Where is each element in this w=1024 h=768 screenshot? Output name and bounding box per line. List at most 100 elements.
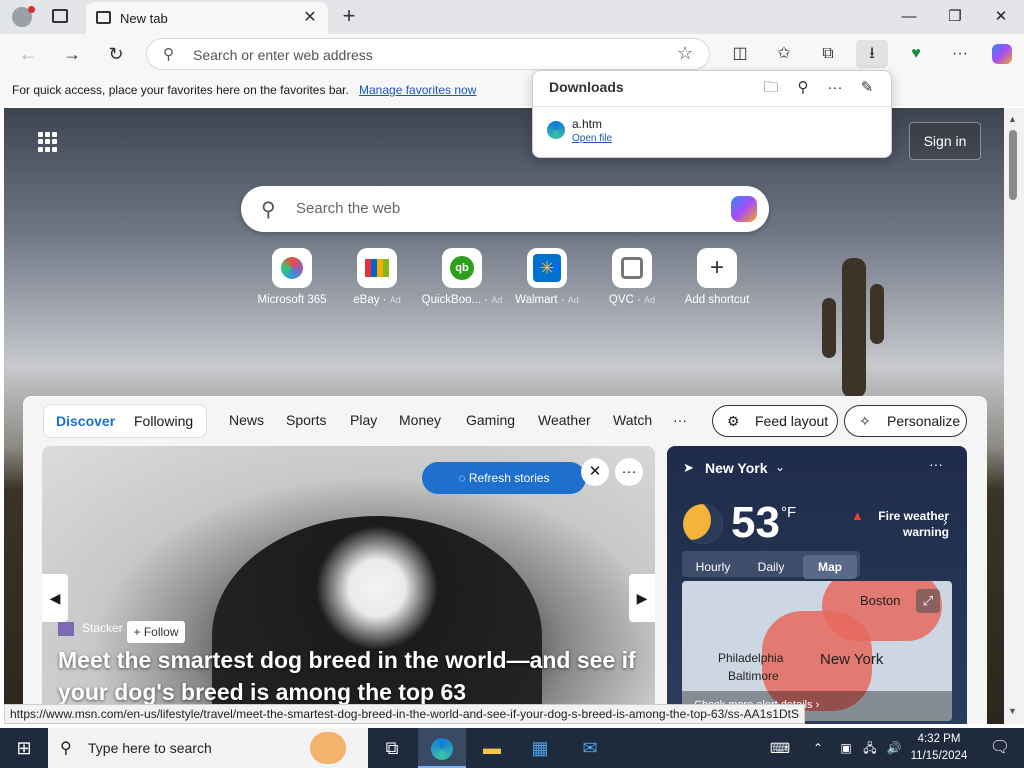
story-headline[interactable]: Meet the smartest dog breed in the world… [58,644,648,708]
back-button[interactable]: ← [12,40,44,68]
notification-dot [28,6,35,13]
mail-icon[interactable]: ✉ [566,728,614,768]
add-shortcut-button[interactable]: + Add shortcut [675,248,759,306]
quick-link-walmart[interactable]: ✳ Walmart · Ad [505,248,589,306]
dismiss-close-icon[interactable]: ✕ [581,458,609,486]
quick-link-label: Add shortcut [684,294,750,306]
start-button[interactable]: ⊞ [0,728,48,768]
favorite-star-icon[interactable]: ☆ [677,43,693,64]
weather-card[interactable]: ➤ New York ⌄ ··· 53 °F ▲ Fire weather wa… [667,446,967,724]
map-city-philadelphia: Philadelphia [718,651,784,665]
folder-icon[interactable]: 🗀 [760,77,782,99]
web-search-box[interactable]: ⚲ Search the web [241,186,769,232]
show-hidden-icons-icon[interactable]: ⌃ [806,728,830,768]
background-cactus [822,298,836,358]
weather-alert[interactable]: Fire weather warning [849,508,949,540]
scroll-up-icon[interactable]: ▲ [1008,114,1017,124]
tab-new-tab[interactable]: New tab ✕ [86,2,328,34]
tab-close-icon[interactable]: ✕ [300,8,320,28]
scrollbar-thumb[interactable] [1009,130,1017,200]
address-bar[interactable]: ⚲ Search or enter web address ☆ [146,38,710,70]
nav-watch[interactable]: Watch [613,412,652,428]
refresh-button[interactable]: ↻ [100,40,132,68]
camera-icon[interactable]: ▣ [834,728,858,768]
tab-actions-icon[interactable] [52,9,68,23]
weather-map[interactable]: Boston Philadelphia New York Baltimore ⤢… [682,581,952,721]
map-city-new-york: New York [820,651,884,668]
chevron-right-icon[interactable]: › [943,514,947,529]
tab-map[interactable]: Map [803,555,857,579]
collections-icon[interactable]: ⧉ [812,40,844,68]
personalize-button[interactable]: ✧ Personalize [844,405,967,437]
close-window-button[interactable]: ✕ [978,0,1024,34]
more-options-icon[interactable]: ··· [824,77,846,99]
quick-link-ebay[interactable]: eBay · Ad [335,248,419,306]
nav-news[interactable]: News [229,412,264,428]
quickbooks-icon: qb [442,248,482,288]
quick-link-quickbooks[interactable]: qb QuickBoo... · Ad [420,248,504,306]
keyboard-icon[interactable]: ⌨ [756,728,804,768]
tab-discover[interactable]: Discover [56,413,115,429]
next-story-button[interactable]: ▶ [629,574,655,622]
tab-following[interactable]: Following [134,413,193,429]
new-tab-button[interactable]: + [338,5,360,27]
nav-sports[interactable]: Sports [286,412,326,428]
sign-in-button[interactable]: Sign in [909,122,981,160]
weather-location[interactable]: New York [705,460,768,476]
task-view-icon[interactable]: ⧉ [368,728,416,768]
chevron-down-icon[interactable]: ⌄ [775,460,785,474]
weather-more-icon[interactable]: ··· [929,456,943,472]
nav-more[interactable]: ··· [673,412,687,428]
favorites-icon[interactable]: ✩ [768,40,800,68]
refresh-stories-label: Refresh stories [468,471,550,485]
nav-weather[interactable]: Weather [538,412,591,428]
copilot-icon[interactable] [731,196,757,222]
search-icon[interactable]: ⚲ [792,77,814,99]
minimize-button[interactable]: — [886,0,932,34]
map-city-boston: Boston [860,593,901,608]
manage-favorites-link[interactable]: Manage favorites now [359,83,476,97]
card-more-icon[interactable]: ··· [615,458,643,486]
hero-story-card[interactable]: ◌ Refresh stories ✕ ··· ◀ ▶ Stacker + Fo… [42,446,655,724]
pin-icon[interactable]: ✎ [856,77,878,99]
personalize-label: Personalize [887,413,961,429]
copilot-icon[interactable] [986,40,1018,68]
nav-gaming[interactable]: Gaming [466,412,515,428]
previous-story-button[interactable]: ◀ [42,574,68,622]
apps-launcher-icon[interactable] [38,132,58,152]
edge-taskbar-icon[interactable] [418,728,466,768]
moon-icon [683,504,723,544]
quick-link-microsoft-365[interactable]: Microsoft 365 [250,248,334,306]
refresh-stories-button[interactable]: ◌ Refresh stories [422,462,586,494]
scroll-down-icon[interactable]: ▼ [1008,706,1017,716]
browser-essentials-icon[interactable]: ♥ [900,40,932,68]
system-clock[interactable]: 4:32 PM 11/15/2024 [906,731,972,765]
notifications-icon[interactable]: 🗨 [976,728,1024,768]
ad-label: Ad [644,295,656,305]
nav-money[interactable]: Money [399,412,441,428]
downloads-icon[interactable]: ⭳ [856,40,888,68]
quick-link-qvc[interactable]: QVC · Ad [590,248,674,306]
network-icon[interactable]: 🖧 [858,728,882,768]
tab-hourly[interactable]: Hourly [689,555,737,579]
new-tab-page: Sign in ⚲ Search the web Microsoft 365 e… [4,108,1004,724]
restore-button[interactable]: ❐ [932,0,978,34]
nav-play[interactable]: Play [350,412,377,428]
file-explorer-icon[interactable]: ▬ [468,728,516,768]
downloads-title: Downloads [549,79,624,95]
microsoft-store-icon[interactable]: ▦ [516,728,564,768]
expand-map-icon[interactable]: ⤢ [916,589,940,613]
downloads-panel: Downloads 🗀 ⚲ ··· ✎ a.htm Open file [532,70,892,158]
tab-daily[interactable]: Daily [747,555,795,579]
split-screen-icon[interactable]: ◫ [724,40,756,68]
feed-layout-button[interactable]: ⚙ Feed layout [712,405,838,437]
taskbar-search-box[interactable]: ⚲ Type here to search [48,728,368,768]
forward-button[interactable]: → [56,40,88,68]
volume-icon[interactable]: 🔊 [882,728,906,768]
download-file-name[interactable]: a.htm [572,117,602,131]
follow-button[interactable]: + Follow [127,621,185,643]
open-file-link[interactable]: Open file [572,133,612,144]
clock-date: 11/15/2024 [910,750,968,762]
page-scrollbar[interactable]: ▲ ▼ [1004,108,1024,724]
more-menu-icon[interactable]: ··· [944,40,976,68]
